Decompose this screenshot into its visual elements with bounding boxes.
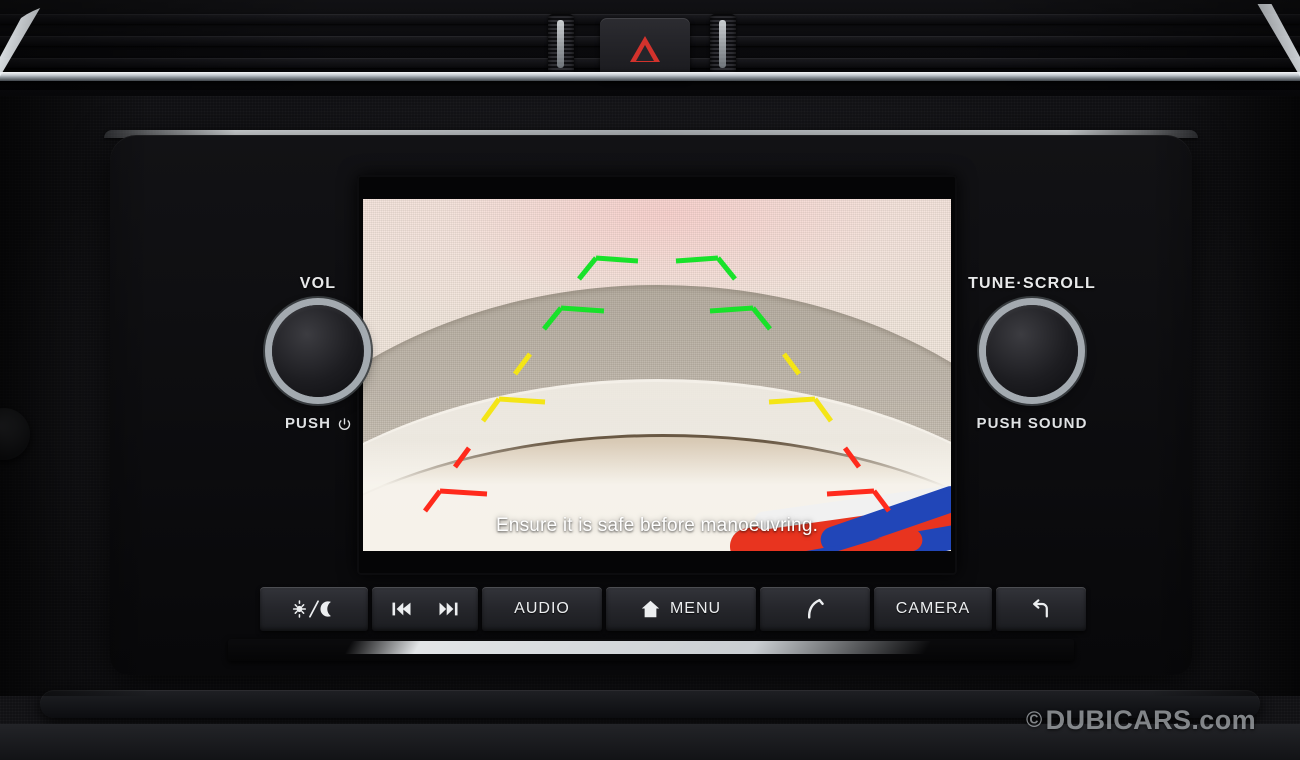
head-unit-gloss-trim [228,639,1074,661]
next-track-icon[interactable] [438,601,458,617]
audio-button[interactable]: AUDIO [482,587,602,631]
tune-scroll-knob-sublabel-group: PUSH SOUND [942,415,1122,432]
volume-knob-label: VOL [299,275,337,292]
menu-button[interactable]: MENU [606,587,756,631]
phone-icon [805,598,825,620]
previous-track-icon[interactable] [392,601,412,617]
guideline-mid-left [480,352,546,423]
dashboard-chrome-trim [0,72,1300,81]
hazard-triangle-icon [630,36,660,62]
hazard-light-button[interactable] [600,18,690,80]
copyright-symbol: © [1026,707,1043,732]
home-icon [641,600,660,618]
tune-scroll-knob[interactable] [966,285,1098,417]
back-arrow-icon [1030,599,1052,619]
power-icon [337,417,351,431]
track-buttons[interactable] [372,587,478,631]
guideline-near-right [826,446,891,513]
volume-knob-group: VOL PUSH [228,275,408,432]
watermark: © DUBICARS.com [1026,705,1256,736]
parking-guideline-overlay [363,199,951,551]
vent-adjuster-left[interactable] [548,14,574,78]
guideline-near-left [423,446,488,513]
volume-knob-sublabel-group: PUSH [228,415,408,432]
guideline-mid-right [768,352,834,423]
tune-scroll-knob-label: TUNE·SCROLL [968,275,1096,292]
watermark-text: DUBICARS.com [1045,705,1256,735]
hard-key-button-strip: AUDIO MENU CAMERA [260,587,1086,631]
sun-moon-icon [292,599,336,619]
display-bezel: Ensure it is safe before manoeuvring. [357,175,957,575]
guideline-far-right [675,255,772,331]
head-unit: Ensure it is safe before manoeuvring. VO… [110,135,1192,675]
vehicle-infotainment-photo: Ensure it is safe before manoeuvring. VO… [0,0,1300,760]
tune-scroll-knob-group: TUNE·SCROLL PUSH SOUND [942,275,1122,432]
dashboard-vent-band [0,0,1300,96]
volume-knob[interactable] [252,285,384,417]
vent-adjuster-right[interactable] [710,14,736,78]
menu-button-label: MENU [669,600,722,617]
camera-warning-text: Ensure it is safe before manoeuvring. [495,515,819,536]
infotainment-display[interactable]: Ensure it is safe before manoeuvring. [363,199,951,551]
back-button[interactable] [996,587,1086,631]
guideline-far-left [542,255,639,331]
camera-button-label: CAMERA [895,600,971,617]
day-night-button[interactable] [260,587,368,631]
tune-scroll-push-sound-label: PUSH SOUND [976,415,1088,432]
phone-button[interactable] [760,587,870,631]
camera-button[interactable]: CAMERA [874,587,992,631]
audio-button-label: AUDIO [514,600,570,617]
volume-knob-push-label: PUSH [284,415,332,432]
